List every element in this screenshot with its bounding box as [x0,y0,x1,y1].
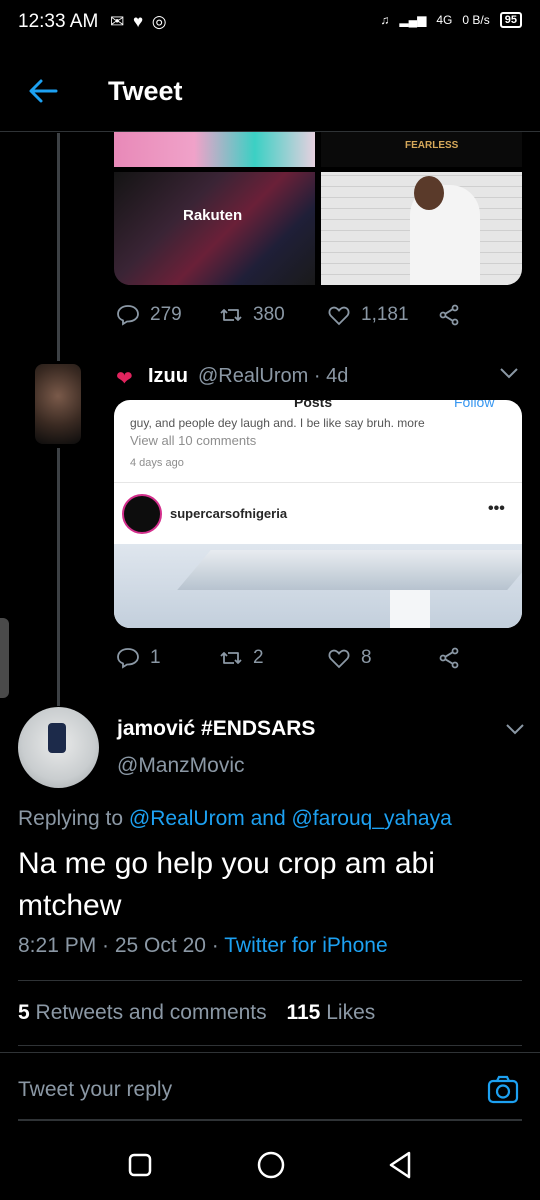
notification-icons: ✉ ♥ ◎ [110,12,169,31]
status-bar: 12:33 AM ✉ ♥ ◎ ♫ ▂▄▆ 4G 0 B/s 95 [0,0,540,46]
embed-column [390,590,430,628]
share-icon[interactable] [437,303,461,327]
signal-icon: ▂▄▆ [399,13,427,27]
tweet-actions: 279 380 1,181 [116,303,461,327]
reply-count: 279 [150,304,182,325]
tweet-meta: 8:21 PM · 25 Oct 20 · Twitter for iPhone [18,934,388,958]
tweet-stats: 5 Retweets and comments 115 Likes [18,1001,375,1025]
back-icon[interactable] [386,1150,414,1180]
reply-button[interactable]: 1 [116,646,219,670]
embed-timestamp: 4 days ago [130,457,184,469]
like-button[interactable]: 8 [327,646,437,670]
home-icon[interactable] [256,1150,286,1180]
heart-icon [328,649,350,669]
likes-label: Likes [326,1001,376,1024]
likes-count: 115 [286,1001,321,1024]
retweet-count: 380 [253,304,285,325]
data-speed: 0 B/s [462,13,490,27]
edge-panel-handle[interactable] [0,618,9,698]
top-app-bar [0,46,540,132]
tweet-image-3[interactable] [114,172,315,285]
embed-roof [177,550,522,590]
page-title: Tweet [108,76,183,106]
author-name[interactable]: jamović #ENDSARS [117,717,315,741]
embed-username: supercarsofnigeria [170,506,288,521]
reply-icon [117,305,139,326]
tweet-source-link[interactable]: Twitter for iPhone [224,934,387,957]
replying-to: Replying to @RealUrom and @farouq_yahaya [18,807,452,831]
mention-link[interactable]: @RealUrom [129,807,245,830]
battery-icon: 95 [499,12,522,28]
author-handle[interactable]: @ManzMovic [117,754,245,778]
camera-icon[interactable] [486,1073,520,1107]
chevron-down-icon[interactable] [504,720,526,738]
headphones-icon: ♫ [380,13,390,27]
fearless-logo: FEARLESS [405,140,459,151]
like-count: 8 [361,647,372,668]
like-count: 1,181 [361,304,409,325]
embed-caption: guy, and people dey laugh and. I be like… [130,416,425,430]
reply-author-name[interactable]: Izuu [148,365,188,388]
back-arrow-icon[interactable] [28,78,58,104]
retweet-button[interactable]: 380 [219,303,327,327]
rakuten-logo: Rakuten [183,207,243,224]
person-head [414,176,444,210]
retweets-count: 5 [18,1001,30,1024]
heart-emoji-icon: ❤ [116,368,133,390]
replying-and[interactable]: and [251,807,286,830]
share-icon[interactable] [437,646,461,670]
avatar[interactable] [35,364,81,444]
divider [18,980,522,981]
embedded-screenshot[interactable]: Posts Follow guy, and people dey laugh a… [114,400,522,628]
avatar[interactable] [18,707,99,788]
embed-follow-label: Follow [454,400,495,410]
retweet-icon [220,309,242,321]
embed-divider [114,482,522,483]
reply-actions: 1 2 8 [116,646,461,670]
like-button[interactable]: 1,181 [327,303,437,327]
tweet-text: Na me go help you crop am abi mtchew [18,847,435,922]
retweet-count: 2 [253,647,264,668]
heart-icon [328,306,350,326]
divider [18,1045,522,1046]
status-time: 12:33 AM [18,11,99,32]
retweets-stat[interactable]: 5 Retweets and comments [18,1001,267,1024]
reply-icon [117,648,139,669]
embed-avatar [122,494,162,534]
embed-comments: View all 10 comments [130,433,257,448]
network-label: 4G [436,13,453,27]
reply-input[interactable]: Tweet your reply [18,1078,172,1102]
likes-stat[interactable]: 115 Likes [286,1001,375,1024]
more-icon: ••• [488,500,505,517]
tweet-image-1[interactable] [114,132,315,167]
thread-line [57,133,60,361]
mention-link[interactable]: @farouq_yahaya [291,807,451,830]
thread-line-2 [57,448,60,706]
tweet-time: 8:21 PM · 25 Oct 20 · [18,934,219,957]
retweet-button[interactable]: 2 [219,646,327,670]
reply-button[interactable]: 279 [116,303,219,327]
reply-underline [18,1119,522,1121]
avatar-figure [48,723,66,753]
chevron-down-icon[interactable] [498,364,520,382]
recents-icon[interactable] [127,1152,153,1178]
reply-author-handle: @RealUrom · 4d [198,365,349,387]
status-right: ♫ ▂▄▆ 4G 0 B/s 95 [380,12,522,28]
embed-posts-label: Posts [294,400,333,410]
replying-prefix: Replying to [18,807,124,830]
reply-count: 1 [150,647,161,668]
retweets-label: Retweets and comments [35,1001,267,1024]
retweet-icon [220,652,242,664]
system-nav-bar [0,1124,540,1200]
